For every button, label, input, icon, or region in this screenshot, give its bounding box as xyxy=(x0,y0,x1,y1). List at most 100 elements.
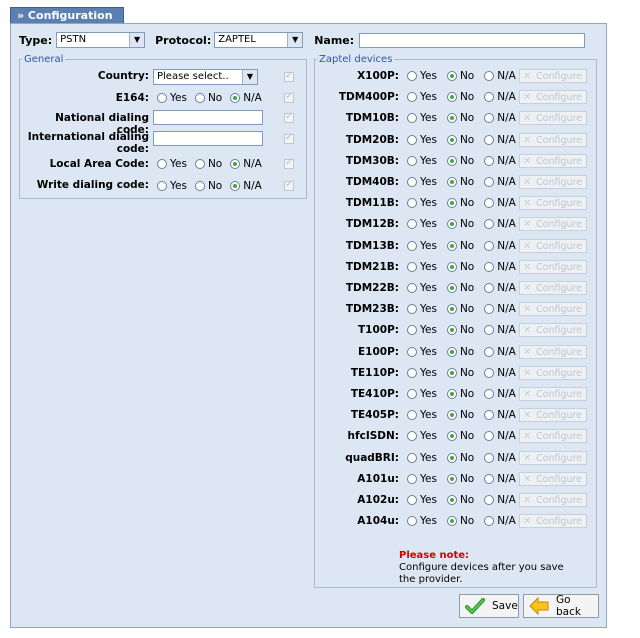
device-yes[interactable]: Yes xyxy=(407,367,437,379)
configure-button[interactable]: ✕ Configure xyxy=(519,69,587,83)
device-na[interactable]: N/A xyxy=(484,70,516,82)
write-no[interactable]: No xyxy=(194,180,222,192)
international-dialing-input[interactable] xyxy=(153,131,263,146)
configure-button[interactable]: ✕ Configure xyxy=(519,344,587,359)
device-yes[interactable]: Yes xyxy=(407,303,437,315)
device-na[interactable]: N/A xyxy=(484,197,516,209)
local-yes[interactable]: Yes xyxy=(157,158,187,170)
device-yes[interactable]: Yes xyxy=(407,282,437,294)
configure-button[interactable]: ✕ Configure xyxy=(519,175,587,189)
device-no[interactable]: No xyxy=(446,218,474,230)
write-dialing-checkbox[interactable] xyxy=(284,179,294,191)
device-no[interactable]: No xyxy=(446,70,474,82)
e164-yes[interactable]: Yes xyxy=(157,92,187,104)
configure-button[interactable]: ✕ Configure xyxy=(519,281,587,295)
device-yes[interactable]: Yes xyxy=(407,473,437,485)
configure-button[interactable]: ✕ Configure xyxy=(519,429,587,444)
device-na[interactable]: N/A xyxy=(484,388,516,400)
device-yes[interactable]: Yes xyxy=(407,452,437,464)
device-yes[interactable]: Yes xyxy=(407,112,437,124)
device-no[interactable]: No xyxy=(446,197,474,209)
device-yes[interactable]: Yes xyxy=(407,218,437,230)
national-dialing-input[interactable] xyxy=(153,110,263,125)
device-no[interactable]: No xyxy=(446,430,474,442)
configure-button[interactable]: ✕ Configure xyxy=(519,153,587,168)
local-na[interactable]: N/A xyxy=(230,158,262,170)
write-yes[interactable]: Yes xyxy=(157,180,187,192)
protocol-select[interactable]: ZAPTEL ▼ xyxy=(214,32,304,48)
device-na[interactable]: N/A xyxy=(484,324,516,336)
device-na[interactable]: N/A xyxy=(484,303,516,315)
device-no[interactable]: No xyxy=(446,134,474,146)
device-na[interactable]: N/A xyxy=(484,515,516,527)
device-no[interactable]: No xyxy=(446,367,474,379)
device-yes[interactable]: Yes xyxy=(407,409,437,421)
device-yes[interactable]: Yes xyxy=(407,346,437,358)
device-no[interactable]: No xyxy=(446,409,474,421)
configure-button[interactable]: ✕ Configure xyxy=(519,471,587,486)
device-na[interactable]: N/A xyxy=(484,367,516,379)
e164-no[interactable]: No xyxy=(194,92,222,104)
device-no[interactable]: No xyxy=(446,346,474,358)
configure-button[interactable]: ✕ Configure xyxy=(519,217,587,232)
device-yes[interactable]: Yes xyxy=(407,430,437,442)
device-no[interactable]: No xyxy=(446,303,474,315)
go-back-button[interactable]: Go back xyxy=(523,594,599,618)
save-button[interactable]: Save xyxy=(459,594,519,618)
configure-button[interactable]: ✕ Configure xyxy=(519,323,587,338)
device-no[interactable]: No xyxy=(446,324,474,336)
international-dialing-checkbox[interactable] xyxy=(284,132,294,144)
configure-button[interactable]: ✕ Configure xyxy=(519,90,587,105)
country-checkbox[interactable] xyxy=(284,70,294,82)
device-no[interactable]: No xyxy=(446,282,474,294)
device-no[interactable]: No xyxy=(446,112,474,124)
configure-button[interactable]: ✕ Configure xyxy=(519,111,587,126)
device-na[interactable]: N/A xyxy=(484,261,516,273)
device-yes[interactable]: Yes xyxy=(407,176,437,188)
configure-button[interactable]: ✕ Configure xyxy=(519,408,587,423)
device-na[interactable]: N/A xyxy=(484,134,516,146)
device-yes[interactable]: Yes xyxy=(407,261,437,273)
device-no[interactable]: No xyxy=(446,176,474,188)
name-input[interactable] xyxy=(359,32,586,48)
country-select[interactable]: Please select.. ▼ xyxy=(153,69,258,85)
configure-button[interactable]: ✕ Configure xyxy=(519,450,587,465)
configure-button[interactable]: ✕ Configure xyxy=(519,238,587,253)
device-no[interactable]: No xyxy=(446,240,474,252)
local-area-checkbox[interactable] xyxy=(284,157,294,169)
device-yes[interactable]: Yes xyxy=(407,134,437,146)
device-yes[interactable]: Yes xyxy=(407,515,437,527)
national-dialing-checkbox[interactable] xyxy=(284,111,294,123)
device-no[interactable]: No xyxy=(446,494,474,506)
configure-button[interactable]: ✕ Configure xyxy=(519,387,587,401)
device-na[interactable]: N/A xyxy=(484,176,516,188)
device-yes[interactable]: Yes xyxy=(407,91,437,103)
device-yes[interactable]: Yes xyxy=(407,324,437,336)
configure-button[interactable]: ✕ Configure xyxy=(519,302,587,317)
configuration-tab[interactable]: » Configuration xyxy=(10,7,124,24)
device-na[interactable]: N/A xyxy=(484,282,516,294)
configure-button[interactable]: ✕ Configure xyxy=(519,259,587,274)
device-yes[interactable]: Yes xyxy=(407,70,437,82)
device-na[interactable]: N/A xyxy=(484,494,516,506)
write-na[interactable]: N/A xyxy=(230,180,262,192)
device-yes[interactable]: Yes xyxy=(407,494,437,506)
device-na[interactable]: N/A xyxy=(484,91,516,103)
local-no[interactable]: No xyxy=(194,158,222,170)
device-yes[interactable]: Yes xyxy=(407,197,437,209)
device-na[interactable]: N/A xyxy=(484,218,516,230)
device-no[interactable]: No xyxy=(446,473,474,485)
device-na[interactable]: N/A xyxy=(484,346,516,358)
device-na[interactable]: N/A xyxy=(484,240,516,252)
device-no[interactable]: No xyxy=(446,91,474,103)
device-no[interactable]: No xyxy=(446,155,474,167)
device-yes[interactable]: Yes xyxy=(407,155,437,167)
configure-button[interactable]: ✕ Configure xyxy=(519,493,587,507)
device-na[interactable]: N/A xyxy=(484,430,516,442)
device-na[interactable]: N/A xyxy=(484,452,516,464)
device-no[interactable]: No xyxy=(446,515,474,527)
device-no[interactable]: No xyxy=(446,388,474,400)
device-na[interactable]: N/A xyxy=(484,155,516,167)
configure-button[interactable]: ✕ Configure xyxy=(519,196,587,211)
e164-na[interactable]: N/A xyxy=(230,92,262,104)
